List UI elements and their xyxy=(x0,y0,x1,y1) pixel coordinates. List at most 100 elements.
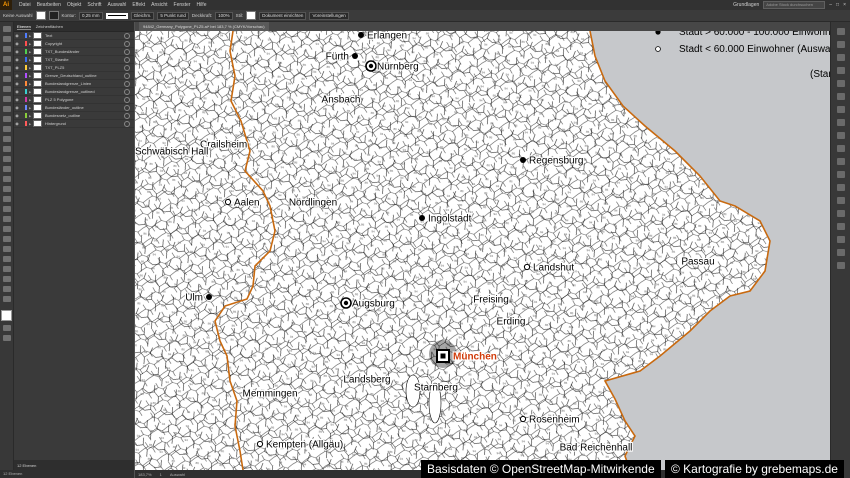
zoom-level[interactable]: 183,7% xyxy=(138,472,152,477)
target-icon[interactable] xyxy=(124,80,130,87)
layer-row[interactable]: ◉ ▶ Text xyxy=(14,32,134,40)
layer-name[interactable]: Text xyxy=(45,33,124,38)
stroke-swatch[interactable] xyxy=(48,11,59,20)
target-icon[interactable] xyxy=(124,120,130,127)
minimize-icon[interactable]: – xyxy=(829,2,832,8)
layer-row[interactable]: ◉ ▶ Grenze_Deutschland_outline xyxy=(14,72,134,80)
preferences-button[interactable]: Voreinstellungen xyxy=(309,11,349,20)
transform-icon[interactable] xyxy=(837,197,845,204)
target-icon[interactable] xyxy=(124,64,130,71)
tab-zeichenflaechen[interactable]: Zeichenflächen xyxy=(36,24,63,29)
direct-selection-tool-icon[interactable] xyxy=(2,36,11,42)
eyedropper-tool-icon[interactable] xyxy=(2,226,11,232)
stroke-weight-field[interactable]: 0,25 mm xyxy=(79,11,103,20)
opacity-field[interactable]: 100% xyxy=(215,11,233,20)
layer-name[interactable]: Copyright xyxy=(45,41,124,46)
type-tool-icon[interactable] xyxy=(2,86,11,92)
target-icon[interactable] xyxy=(124,32,130,39)
line-tool-icon[interactable] xyxy=(2,96,11,102)
artboard-number[interactable]: 1 xyxy=(160,472,162,477)
graphic-style-swatch[interactable] xyxy=(246,11,257,20)
layer-name[interactable]: Bundesnetz_outline xyxy=(45,113,124,118)
workspace-switcher[interactable]: Grundlagen xyxy=(733,2,759,8)
color-icon[interactable] xyxy=(837,54,845,61)
slice-tool-icon[interactable] xyxy=(2,276,11,282)
scale-tool-icon[interactable] xyxy=(2,156,11,162)
document-setup-button[interactable]: Dokument einrichten xyxy=(259,11,307,20)
eye-icon[interactable]: ◉ xyxy=(14,105,20,110)
libraries-icon[interactable] xyxy=(837,41,845,48)
transparency-icon[interactable] xyxy=(837,132,845,139)
stroke-style-select[interactable]: Gleichm. xyxy=(130,11,155,20)
layer-row[interactable]: ◉ ▶ Bundesländer_outline xyxy=(14,104,134,112)
menu-bearbeiten[interactable]: Bearbeiten xyxy=(34,2,64,8)
eye-icon[interactable]: ◉ xyxy=(14,65,20,70)
menu-schrift[interactable]: Schrift xyxy=(84,2,104,8)
eye-icon[interactable]: ◉ xyxy=(14,89,20,94)
selection-tool-icon[interactable] xyxy=(2,26,11,32)
eye-icon[interactable]: ◉ xyxy=(14,97,20,102)
gradient-tool-icon[interactable] xyxy=(2,216,11,222)
menu-ansicht[interactable]: Ansicht xyxy=(148,2,170,8)
rectangle-tool-icon[interactable] xyxy=(2,106,11,112)
menu-hilfe[interactable]: Hilfe xyxy=(193,2,209,8)
eye-icon[interactable]: ◉ xyxy=(14,121,20,126)
perspective-tool-icon[interactable] xyxy=(2,196,11,202)
lasso-tool-icon[interactable] xyxy=(2,56,11,62)
menu-auswahl[interactable]: Auswahl xyxy=(105,2,130,8)
symbol-sprayer-tool-icon[interactable] xyxy=(2,246,11,252)
free-transform-tool-icon[interactable] xyxy=(2,176,11,182)
layer-row[interactable]: ◉ ▶ Copyright xyxy=(14,40,134,48)
align-icon[interactable] xyxy=(837,210,845,217)
layer-name[interactable]: Bundesländer_outline xyxy=(45,105,124,110)
blend-tool-icon[interactable] xyxy=(2,236,11,242)
layer-row[interactable]: ◉ ▶ TXT_PLZ5 xyxy=(14,64,134,72)
layer-name[interactable]: PLZ 5 Polygone xyxy=(45,97,124,102)
draw-mode-icon[interactable] xyxy=(2,325,11,331)
swatches-icon[interactable] xyxy=(837,67,845,74)
eye-icon[interactable]: ◉ xyxy=(14,33,20,38)
eye-icon[interactable]: ◉ xyxy=(14,57,20,62)
layer-row[interactable]: ◉ ▶ Hintergrund xyxy=(14,120,134,128)
screen-mode-icon[interactable] xyxy=(2,335,11,341)
appearance-icon[interactable] xyxy=(837,145,845,152)
target-icon[interactable] xyxy=(124,104,130,111)
graph-tool-icon[interactable] xyxy=(2,256,11,262)
target-icon[interactable] xyxy=(124,56,130,63)
layer-name[interactable]: TXT_Bundesländer xyxy=(45,49,124,54)
menu-datei[interactable]: Datei xyxy=(16,2,34,8)
target-icon[interactable] xyxy=(124,48,130,55)
layer-name[interactable]: Hintergrund xyxy=(45,121,124,126)
target-icon[interactable] xyxy=(124,88,130,95)
artboard-canvas[interactable]: 86 94 ErlangenFürthNürnbergAnsbachCrails… xyxy=(135,31,830,470)
target-icon[interactable] xyxy=(124,112,130,119)
rotate-tool-icon[interactable] xyxy=(2,146,11,152)
layer-row[interactable]: ◉ ▶ Bundeslandgrenze_outlined xyxy=(14,88,134,96)
eye-icon[interactable]: ◉ xyxy=(14,73,20,78)
pen-tool-icon[interactable] xyxy=(2,66,11,72)
layer-row[interactable]: ◉ ▶ TXT_Staedte xyxy=(14,56,134,64)
artboard-tool-icon[interactable] xyxy=(2,266,11,272)
stock-search-input[interactable]: Adobe Stock durchsuchen xyxy=(763,1,826,9)
eye-icon[interactable]: ◉ xyxy=(14,81,20,86)
width-tool-icon[interactable] xyxy=(2,166,11,172)
layer-name[interactable]: TXT_PLZ5 xyxy=(45,65,124,70)
stroke-icon[interactable] xyxy=(837,106,845,113)
menu-effekt[interactable]: Effekt xyxy=(129,2,148,8)
menu-objekt[interactable]: Objekt xyxy=(64,2,84,8)
tab-ebenen[interactable]: Ebenen xyxy=(17,24,31,30)
brushes-icon[interactable] xyxy=(837,80,845,87)
layer-name[interactable]: Grenze_Deutschland_outline xyxy=(45,73,124,78)
layer-name[interactable]: Bundeslandgrenze_outlined xyxy=(45,89,124,94)
layer-row[interactable]: ◉ ▶ Bundeslandgrenze_Linien xyxy=(14,80,134,88)
target-icon[interactable] xyxy=(124,96,130,103)
fill-swatch[interactable] xyxy=(35,11,46,20)
graphic-styles-icon[interactable] xyxy=(837,158,845,165)
eye-icon[interactable]: ◉ xyxy=(14,113,20,118)
hand-tool-icon[interactable] xyxy=(2,286,11,292)
curvature-tool-icon[interactable] xyxy=(2,76,11,82)
magic-wand-tool-icon[interactable] xyxy=(2,46,11,52)
fill-stroke-icon[interactable] xyxy=(1,310,12,321)
artboards-icon[interactable] xyxy=(837,184,845,191)
shape-builder-tool-icon[interactable] xyxy=(2,186,11,192)
